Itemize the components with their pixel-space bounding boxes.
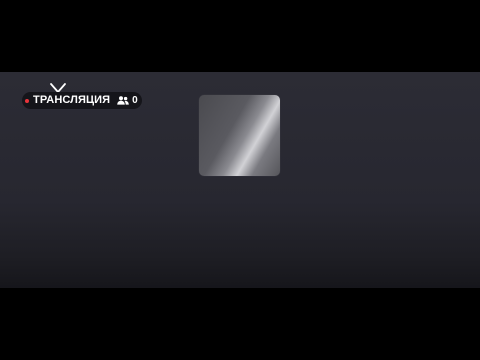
video-player[interactable]: ТРАНСЛЯЦИЯ 0 xyxy=(0,72,480,288)
live-label: ТРАНСЛЯЦИЯ xyxy=(33,94,111,106)
live-badge: ТРАНСЛЯЦИЯ 0 xyxy=(22,92,142,109)
live-indicator-dot xyxy=(25,98,29,103)
screen: ТРАНСЛЯЦИЯ 0 xyxy=(0,0,480,360)
users-icon xyxy=(117,96,129,105)
stream-thumbnail xyxy=(199,95,280,176)
viewer-count: 0 xyxy=(132,95,138,106)
